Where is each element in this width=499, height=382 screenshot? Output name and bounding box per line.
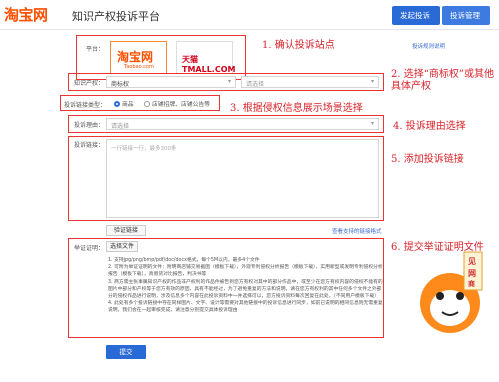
scene-label: 投诉链接类型： bbox=[64, 102, 107, 109]
annotation-step-3: 3. 根据侵权信息展示场景选择 bbox=[230, 103, 363, 114]
chevron-down-icon: ▾ bbox=[370, 78, 374, 85]
reason-select[interactable]: 请选择 ▾ bbox=[106, 118, 379, 130]
evidence-note-1: 1. 支持jpg/png/bmp/pdf/doc/docx格式，每个5M以内，最… bbox=[108, 258, 260, 263]
evidence-label: 举证证明： bbox=[74, 245, 105, 252]
platform-option-tmall[interactable]: 天猫 TMALL.COM bbox=[176, 41, 236, 74]
rights-select-value: 商标权 bbox=[111, 81, 130, 88]
mascot-sign-text-3: 商 bbox=[468, 280, 475, 288]
top-bar: 淘宝网 知识产权投诉平台 发起投诉 投诉管理 bbox=[0, 0, 499, 30]
chevron-down-icon: ▾ bbox=[227, 78, 231, 85]
links-label: 投诉链接： bbox=[74, 142, 105, 149]
taobao-logo[interactable]: 淘宝网 bbox=[4, 4, 48, 25]
mascot-sign-text-1: 见 bbox=[468, 257, 476, 266]
scene-option-shop[interactable]: 店铺招牌、店铺公告等 bbox=[144, 99, 210, 108]
links-textarea[interactable]: 一行链接一行，最多300条 bbox=[106, 139, 379, 218]
rights-select[interactable]: 商标权 ▾ bbox=[106, 76, 236, 88]
mascot-icon bbox=[420, 251, 483, 333]
annotation-step-1: 1. 确认投诉站点 bbox=[262, 40, 335, 51]
annotation-step-5: 5. 添加投诉链接 bbox=[391, 154, 464, 165]
taobao-mascot-illustration: 见 网 商 bbox=[410, 248, 490, 338]
supported-link-format-link[interactable]: 查看支持的链接格式 bbox=[332, 227, 382, 235]
evidence-notes: 1. 支持jpg/png/bmp/pdf/doc/docx格式，每个5M以内，最… bbox=[108, 257, 383, 315]
annotation-step-2: 2. 选择“商标权”或其他具体产权 bbox=[391, 69, 494, 92]
tmall-platform-logo: 天猫 TMALL.COM bbox=[182, 55, 236, 74]
taobao-platform-logo: 淘宝网 bbox=[117, 50, 154, 64]
rights-subtype-placeholder: 请选择 bbox=[246, 81, 265, 88]
evidence-note-4: 4. 此处有多个投诉链接中存在同样图片、文字、设计等需要对其他链接中的投诉信息进… bbox=[108, 301, 383, 314]
scene-option-goods[interactable]: 商品 bbox=[114, 99, 134, 108]
mascot-sign-text-2: 网 bbox=[468, 269, 476, 278]
annotation-step-4: 4. 投诉理由选择 bbox=[393, 121, 466, 132]
submit-button[interactable]: 提交 bbox=[106, 345, 146, 359]
nav-start-complaint[interactable]: 发起投诉 bbox=[392, 6, 440, 25]
radio-selected-icon bbox=[114, 101, 120, 107]
reason-placeholder: 请选择 bbox=[111, 123, 130, 130]
evidence-note-2: 2. 可附为举证证明的文件：附明商店铺交易截图（模板下载），外观专利侵权分析报告… bbox=[108, 265, 383, 278]
links-placeholder: 一行链接一行，最多300条 bbox=[111, 146, 177, 152]
platform-option-taobao[interactable]: 淘宝网 Taobao.com bbox=[110, 41, 167, 74]
nav-complaint-management[interactable]: 投诉管理 bbox=[442, 6, 490, 25]
rights-subtype-select[interactable]: 请选择 ▾ bbox=[241, 76, 379, 88]
chevron-down-icon: ▾ bbox=[370, 120, 374, 127]
taobao-domain: Taobao.com bbox=[124, 64, 154, 70]
complaint-rules-link[interactable]: 投诉规则说明 bbox=[412, 42, 445, 50]
choose-file-button[interactable]: 选择文件 bbox=[106, 241, 138, 252]
reason-label: 投诉理由： bbox=[74, 122, 105, 129]
page-title: 知识产权投诉平台 bbox=[72, 10, 160, 23]
verify-links-button[interactable]: 验证链接 bbox=[106, 225, 146, 236]
radio-icon bbox=[144, 101, 150, 107]
evidence-note-3: 3. 商方需主张事属知识产权的作品非产权利的作品件被告到您方有权对其中的部分作品… bbox=[108, 279, 383, 300]
platform-label: 平台： bbox=[86, 46, 105, 53]
rights-label: 知识产权： bbox=[74, 80, 105, 87]
